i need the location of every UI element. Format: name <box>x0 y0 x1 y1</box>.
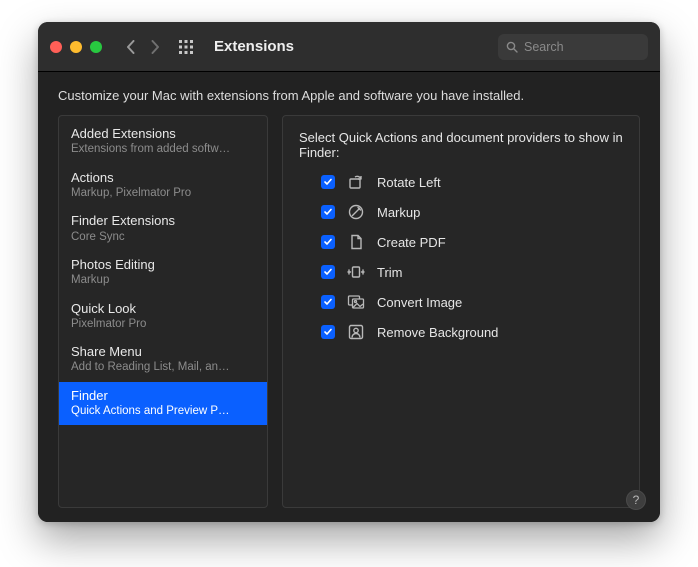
page-description: Customize your Mac with extensions from … <box>58 88 640 103</box>
category-sidebar: Added Extensions Extensions from added s… <box>58 115 268 508</box>
extension-label: Markup <box>377 205 420 220</box>
extension-label: Remove Background <box>377 325 498 340</box>
checkbox[interactable] <box>321 235 335 249</box>
sidebar-item-actions[interactable]: Actions Markup, Pixelmator Pro <box>59 164 267 208</box>
minimize-window-button[interactable] <box>70 41 82 53</box>
sidebar-item-share-menu[interactable]: Share Menu Add to Reading List, Mail, an… <box>59 338 267 382</box>
convert-image-icon <box>345 292 367 312</box>
preferences-window: Extensions Customize your Mac with exten… <box>38 22 660 522</box>
checkbox[interactable] <box>321 205 335 219</box>
search-field[interactable] <box>498 34 648 60</box>
extension-row-create-pdf: Create PDF <box>321 232 623 252</box>
sidebar-item-title: Share Menu <box>71 344 255 360</box>
titlebar: Extensions <box>38 22 660 72</box>
trim-icon <box>345 262 367 282</box>
extension-row-trim: Trim <box>321 262 623 282</box>
detail-heading: Select Quick Actions and document provid… <box>299 130 623 160</box>
search-input[interactable] <box>524 40 640 54</box>
back-button[interactable] <box>126 40 136 54</box>
extension-label: Convert Image <box>377 295 462 310</box>
extension-row-remove-background: Remove Background <box>321 322 623 342</box>
sidebar-item-photos-editing[interactable]: Photos Editing Markup <box>59 251 267 295</box>
sidebar-item-title: Photos Editing <box>71 257 255 273</box>
create-pdf-icon <box>345 232 367 252</box>
extension-row-convert-image: Convert Image <box>321 292 623 312</box>
extension-label: Rotate Left <box>377 175 441 190</box>
sidebar-item-subtitle: Core Sync <box>71 230 255 244</box>
zoom-window-button[interactable] <box>90 41 102 53</box>
extension-row-rotate-left: Rotate Left <box>321 172 623 192</box>
checkbox[interactable] <box>321 265 335 279</box>
sidebar-item-subtitle: Add to Reading List, Mail, an… <box>71 360 255 374</box>
checkbox[interactable] <box>321 325 335 339</box>
help-button[interactable]: ? <box>626 490 646 510</box>
remove-bg-icon <box>345 322 367 342</box>
search-icon <box>506 41 518 53</box>
sidebar-item-quick-look[interactable]: Quick Look Pixelmator Pro <box>59 295 267 339</box>
checkbox[interactable] <box>321 295 335 309</box>
extension-label: Trim <box>377 265 403 280</box>
close-window-button[interactable] <box>50 41 62 53</box>
sidebar-item-finder[interactable]: Finder Quick Actions and Preview P… <box>59 382 267 426</box>
nav-arrows <box>126 40 160 54</box>
sidebar-item-finder-extensions[interactable]: Finder Extensions Core Sync <box>59 207 267 251</box>
extension-row-markup: Markup <box>321 202 623 222</box>
sidebar-item-title: Quick Look <box>71 301 255 317</box>
sidebar-item-title: Finder <box>71 388 255 404</box>
sidebar-item-subtitle: Markup, Pixelmator Pro <box>71 186 255 200</box>
sidebar-item-subtitle: Extensions from added softw… <box>71 142 255 156</box>
sidebar-item-title: Actions <box>71 170 255 186</box>
sidebar-item-subtitle: Pixelmator Pro <box>71 317 255 331</box>
extension-list: Rotate Left Marku <box>321 172 623 342</box>
markup-icon <box>345 202 367 222</box>
window-controls <box>50 41 102 53</box>
window-title: Extensions <box>214 38 294 55</box>
body: Customize your Mac with extensions from … <box>38 72 660 522</box>
sidebar-item-title: Added Extensions <box>71 126 255 142</box>
panels: Added Extensions Extensions from added s… <box>58 115 640 508</box>
sidebar-item-subtitle: Quick Actions and Preview P… <box>71 404 255 418</box>
rotate-left-icon <box>345 172 367 192</box>
detail-panel: Select Quick Actions and document provid… <box>282 115 640 508</box>
sidebar-item-added-extensions[interactable]: Added Extensions Extensions from added s… <box>59 120 267 164</box>
show-all-button[interactable] <box>178 39 194 55</box>
sidebar-item-subtitle: Markup <box>71 273 255 287</box>
forward-button[interactable] <box>150 40 160 54</box>
sidebar-item-title: Finder Extensions <box>71 213 255 229</box>
checkbox[interactable] <box>321 175 335 189</box>
extension-label: Create PDF <box>377 235 446 250</box>
